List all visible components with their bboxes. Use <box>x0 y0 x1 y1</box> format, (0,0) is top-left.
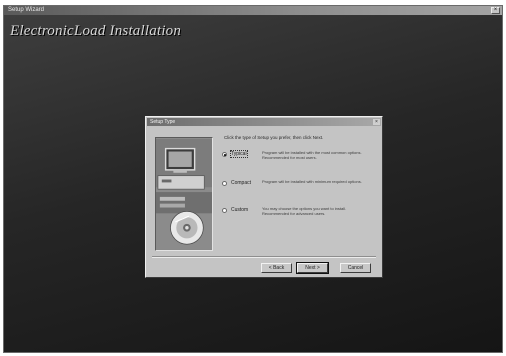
computer-cd-illustration <box>156 138 212 250</box>
window-title: Setup Wizard <box>8 7 45 13</box>
compact-radio[interactable] <box>222 181 227 186</box>
option-custom[interactable]: Custom You may choose the options you wa… <box>222 205 378 231</box>
compact-description: Program will be installed with minimum r… <box>262 179 362 184</box>
cancel-button[interactable]: Cancel <box>340 263 371 273</box>
typical-description: Program will be installed with the most … <box>262 150 362 160</box>
setup-artwork <box>155 137 213 251</box>
back-button[interactable]: < Back <box>261 263 292 273</box>
dialog-title: Setup Type <box>150 119 176 125</box>
option-compact[interactable]: Compact Program will be installed with m… <box>222 178 378 204</box>
title-bar[interactable]: Setup Wizard × <box>4 6 502 15</box>
setup-type-dialog: Setup Type × Click the type of Setup you… <box>145 116 383 278</box>
option-typical[interactable]: Typical Program will be installed with t… <box>222 149 378 175</box>
dialog-title-bar[interactable]: Setup Type × <box>147 118 381 126</box>
installer-background: ElectronicLoad Installation Setup Type × <box>4 15 502 352</box>
typical-label[interactable]: Typical <box>230 150 248 158</box>
setup-type-prompt: Click the type of Setup you prefer, then… <box>224 135 324 140</box>
compact-label[interactable]: Compact <box>231 180 251 186</box>
dialog-close-icon[interactable]: × <box>373 119 380 125</box>
close-icon[interactable]: × <box>491 7 500 14</box>
custom-description: You may choose the options you want to i… <box>262 206 347 216</box>
typical-radio[interactable] <box>222 152 227 157</box>
installer-banner: ElectronicLoad Installation <box>10 23 182 39</box>
custom-radio[interactable] <box>222 208 227 213</box>
custom-label[interactable]: Custom <box>231 207 248 213</box>
installer-window: Setup Wizard × ElectronicLoad Installati… <box>3 5 503 353</box>
next-button[interactable]: Next > <box>296 262 329 274</box>
dialog-separator <box>152 256 376 258</box>
